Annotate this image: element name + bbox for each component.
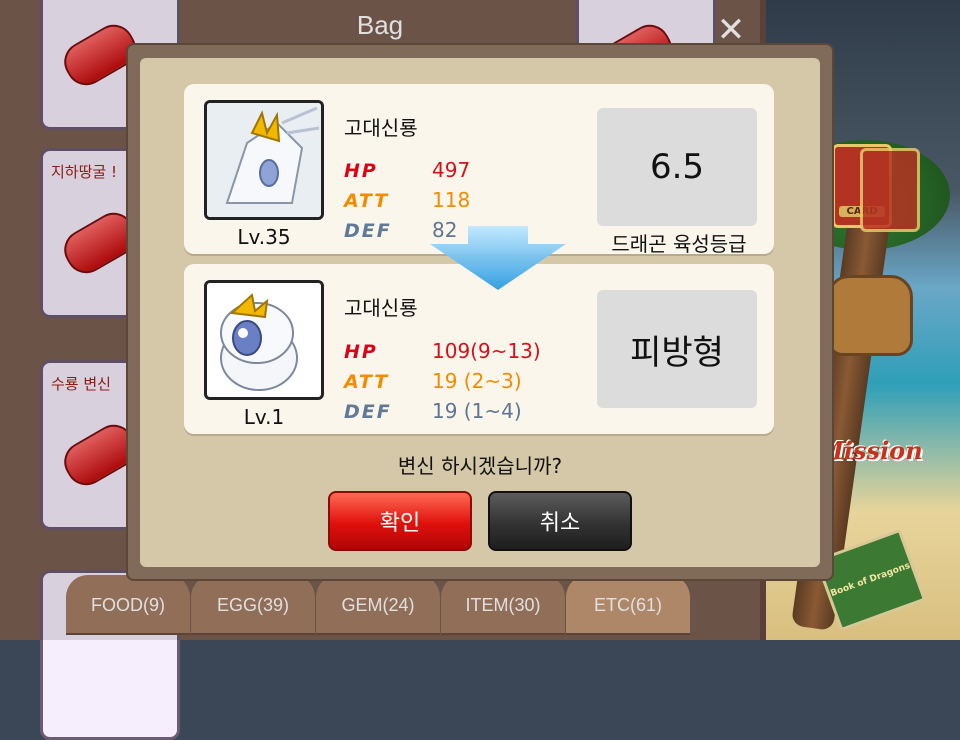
stat-hp-key: HP	[344, 160, 378, 182]
dragon-level: Lv.1	[243, 405, 285, 429]
confirm-button[interactable]: 확인	[328, 491, 472, 551]
stat-hp-key: HP	[344, 341, 378, 363]
card-back	[860, 148, 920, 232]
arrow-down-icon	[430, 226, 566, 290]
type-label-box: 피방형	[597, 290, 757, 408]
stat-att: ATT 118	[344, 188, 470, 212]
bag-shape	[827, 274, 913, 356]
dragon-baby-icon	[207, 283, 321, 397]
card-icon[interactable]: CARD	[830, 140, 920, 232]
cancel-button[interactable]: 취소	[488, 491, 632, 551]
transform-dialog: Lv.35 고대신룡 HP 497 ATT 118 DEF 82 6.5 드래곤…	[128, 45, 832, 579]
grade-value-box: 6.5	[597, 108, 757, 226]
dragon-portrait	[204, 100, 324, 220]
stat-def-key: DEF	[344, 220, 392, 242]
confirm-question: 변신 하시겠습니까?	[397, 454, 563, 478]
stat-hp: HP 497	[344, 158, 470, 182]
dragon-name: 고대신룡	[344, 116, 418, 140]
stat-att: ATT 19 (2~3)	[344, 369, 522, 393]
dragon-adult-icon	[207, 103, 321, 217]
stat-def: DEF 82	[344, 218, 457, 242]
stat-hp: HP 109(9~13)	[344, 339, 541, 363]
stat-att-value: 19 (2~3)	[432, 369, 522, 393]
stat-hp-value: 109(9~13)	[432, 339, 541, 363]
dragon-level: Lv.35	[237, 225, 291, 249]
stat-hp-value: 497	[432, 158, 471, 182]
stat-def-value: 19 (1~4)	[432, 399, 522, 423]
stat-def: DEF 19 (1~4)	[344, 399, 522, 423]
dragon-name: 고대신룡	[344, 296, 418, 320]
stat-att-key: ATT	[344, 190, 390, 212]
grade-caption: 드래곤 육성등급	[611, 232, 747, 256]
stat-att-key: ATT	[344, 371, 390, 393]
dragon-portrait	[204, 280, 324, 400]
stat-def-key: DEF	[344, 401, 392, 423]
stat-att-value: 118	[432, 188, 471, 212]
bag-icon[interactable]	[820, 270, 920, 360]
mission-label: Mission	[817, 435, 923, 465]
dialog-panel: Lv.35 고대신룡 HP 497 ATT 118 DEF 82 6.5 드래곤…	[140, 58, 820, 567]
